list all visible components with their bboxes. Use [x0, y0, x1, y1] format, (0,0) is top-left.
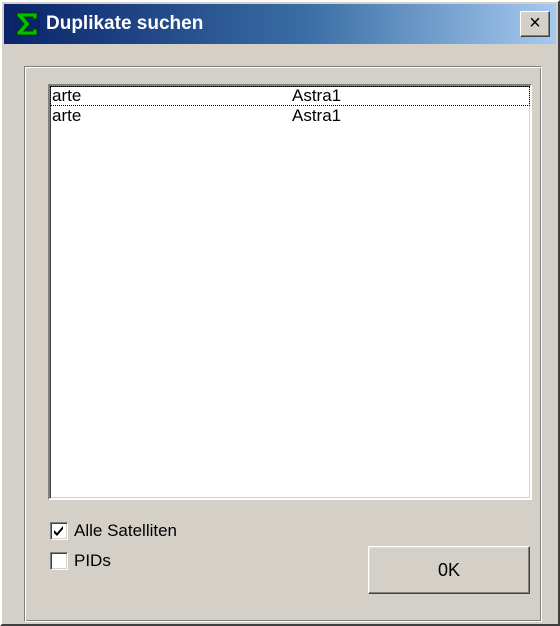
duplicates-listbox[interactable]: arte Astra1 arte Astra1: [48, 84, 532, 500]
dialog-body: arte Astra1 arte Astra1 Alle Satelliten …: [4, 44, 556, 622]
pids-label: PIDs: [74, 551, 111, 570]
close-icon: ×: [529, 12, 541, 34]
checkmark-icon: [54, 526, 63, 536]
sigma-app-icon: [14, 11, 40, 37]
ok-button[interactable]: 0K: [368, 546, 530, 594]
list-item[interactable]: arte Astra1: [50, 86, 530, 106]
all-satellites-checkbox[interactable]: [50, 522, 68, 540]
pids-checkbox[interactable]: [50, 552, 68, 570]
satellite-name: Astra1: [292, 106, 342, 125]
channel-name: arte: [52, 86, 82, 105]
list-item[interactable]: arte Astra1: [50, 106, 530, 126]
window-title: Duplikate suchen: [46, 13, 204, 34]
close-button[interactable]: ×: [520, 11, 550, 37]
channel-name: arte: [52, 106, 82, 125]
all-satellites-label: Alle Satelliten: [74, 521, 178, 540]
satellite-name: Astra1: [292, 86, 342, 105]
title-bar[interactable]: Duplikate suchen ×: [4, 4, 556, 44]
dialog-window: Duplikate suchen × arte Astra1 arte Astr…: [0, 0, 560, 626]
